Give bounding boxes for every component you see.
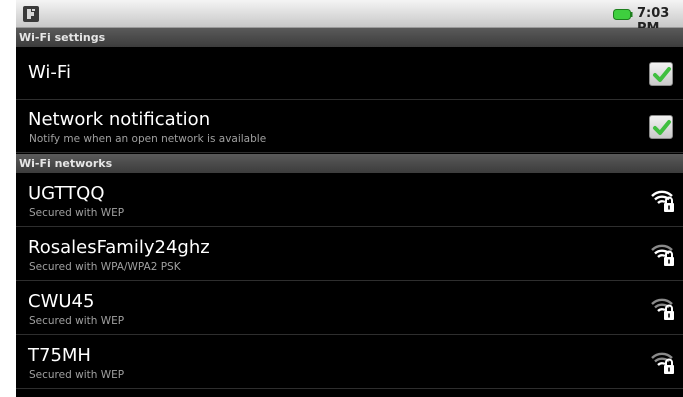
- wifi-toggle-row[interactable]: Wi-Fi: [16, 47, 683, 100]
- check-icon: [653, 120, 671, 135]
- network-security: Secured with WEP: [29, 315, 125, 327]
- network-notification-checkbox[interactable]: [649, 115, 673, 139]
- network-notification-title: Network notification: [28, 109, 211, 130]
- network-security: Secured with WEP: [29, 207, 125, 219]
- network-notification-summary: Notify me when an open network is availa…: [29, 133, 267, 145]
- wifi-locked-icon: [651, 298, 674, 320]
- check-icon: [653, 67, 671, 82]
- wifi-toggle-title: Wi-Fi: [28, 62, 71, 83]
- network-ssid: UGTTQQ: [28, 183, 105, 204]
- section-header-wifi-networks: Wi-Fi networks: [16, 154, 683, 173]
- battery-icon: [613, 9, 633, 20]
- network-item[interactable]: CWU45 Secured with WEP: [16, 282, 683, 335]
- section-header-wifi-settings: Wi-Fi settings: [16, 28, 683, 47]
- wifi-locked-icon: [651, 190, 674, 212]
- network-ssid: CWU45: [28, 291, 95, 312]
- network-item[interactable]: RosalesFamily24ghz Secured with WPA/WPA2…: [16, 228, 683, 281]
- network-security: Secured with WPA/WPA2 PSK: [29, 261, 181, 273]
- network-item[interactable]: UGTTQQ Secured with WEP: [16, 174, 683, 227]
- network-item[interactable]: T75MH Secured with WEP: [16, 336, 683, 389]
- network-notification-row[interactable]: Network notification Notify me when an o…: [16, 100, 683, 153]
- network-security: Secured with WEP: [29, 369, 125, 381]
- network-ssid: T75MH: [28, 345, 91, 366]
- usb-debug-icon: [23, 6, 39, 22]
- wifi-locked-icon: [651, 244, 674, 266]
- wifi-locked-icon: [651, 352, 674, 374]
- wifi-settings-screen: 7:03 PM Wi-Fi settings Wi-Fi Network not…: [16, 0, 683, 397]
- status-bar: 7:03 PM: [16, 0, 683, 36]
- wifi-toggle-checkbox[interactable]: [649, 62, 673, 86]
- network-ssid: RosalesFamily24ghz: [28, 237, 210, 258]
